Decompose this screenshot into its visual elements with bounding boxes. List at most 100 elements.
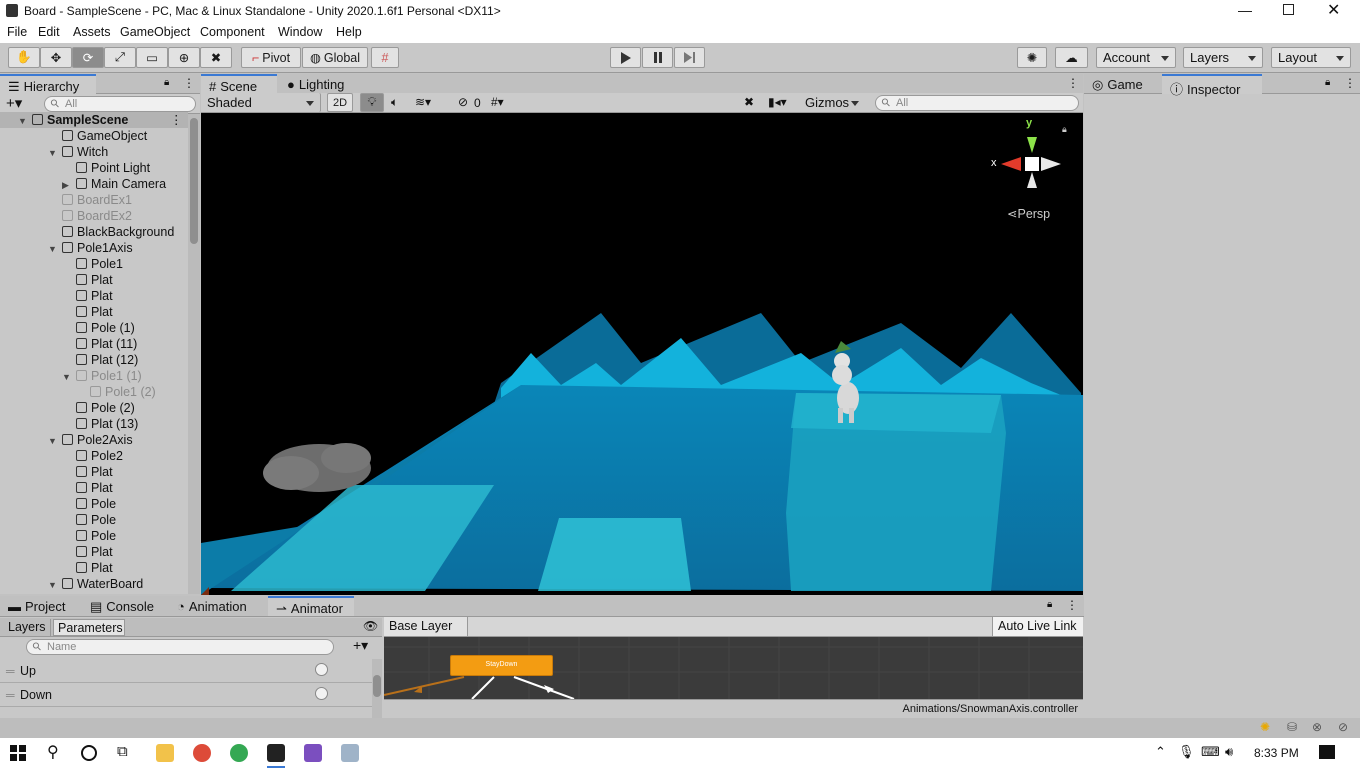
- cloud-icon[interactable]: ☁: [1055, 47, 1088, 68]
- cache-icon[interactable]: ⛁: [1287, 720, 1297, 734]
- menu-help[interactable]: Help: [336, 25, 362, 39]
- notifications-icon[interactable]: [1319, 745, 1335, 759]
- lighting-status-icon[interactable]: ✺: [1260, 720, 1270, 734]
- collab-status-icon[interactable]: ⊘: [1338, 720, 1348, 734]
- microphone-icon[interactable]: 🎙︎: [1178, 744, 1195, 760]
- hierarchy-item[interactable]: Pole: [0, 496, 188, 512]
- chevron-up-icon[interactable]: ⌃: [1155, 744, 1166, 760]
- tab-inspector[interactable]: ⓘ Inspector: [1162, 74, 1262, 97]
- hierarchy-item[interactable]: Pole (1): [0, 320, 188, 336]
- more-icon[interactable]: ⋮: [170, 112, 183, 128]
- more-icon[interactable]: ⋮: [1066, 598, 1078, 612]
- menu-component[interactable]: Component: [200, 25, 265, 39]
- hidden-objects-icon[interactable]: ⊘: [458, 95, 468, 109]
- hierarchy-item[interactable]: ▼ WaterBoard: [0, 576, 188, 592]
- hierarchy-item[interactable]: Pole: [0, 512, 188, 528]
- tools-icon[interactable]: ✖: [744, 95, 754, 109]
- tab-animator[interactable]: ⇀ Animator: [268, 596, 354, 616]
- tab-scene[interactable]: # Scene: [201, 74, 277, 94]
- expand-arrow-icon[interactable]: ▼: [48, 577, 57, 593]
- hierarchy-item[interactable]: Point Light: [0, 160, 188, 176]
- lock-icon[interactable]: 🔒︎: [1325, 77, 1330, 88]
- parameter-search-input[interactable]: Name: [26, 639, 334, 655]
- file-explorer-icon[interactable]: [156, 744, 174, 762]
- scene-search-input[interactable]: All: [875, 95, 1079, 111]
- scene-viewport[interactable]: y x 🔒︎ ⋖Persp: [201, 113, 1083, 595]
- grid-snap-icon[interactable]: #: [371, 47, 399, 68]
- hierarchy-item[interactable]: ▼ Pole1 (1): [0, 368, 188, 384]
- effects-icon[interactable]: ≋▾: [415, 95, 431, 109]
- clock-time[interactable]: 8:33 PM: [1254, 746, 1299, 760]
- hierarchy-item[interactable]: BlackBackground: [0, 224, 188, 240]
- move-tool-icon[interactable]: ✥: [40, 47, 72, 68]
- step-button[interactable]: [674, 47, 705, 68]
- menu-edit[interactable]: Edit: [38, 25, 60, 39]
- expand-arrow-icon[interactable]: ▼: [62, 369, 71, 385]
- pivot-toggle[interactable]: ⌐ Pivot: [241, 47, 301, 68]
- more-icon[interactable]: ⋮: [183, 76, 195, 90]
- collapse-arrow-icon[interactable]: ▶: [62, 177, 69, 193]
- hierarchy-item[interactable]: Plat: [0, 272, 188, 288]
- more-icon[interactable]: ⋮: [1067, 76, 1079, 90]
- hierarchy-item[interactable]: Plat: [0, 560, 188, 576]
- tab-game[interactable]: ◎ Game: [1084, 74, 1162, 94]
- menu-gameobject[interactable]: GameObject: [120, 25, 190, 39]
- hierarchy-item[interactable]: Pole1: [0, 256, 188, 272]
- rect-tool-icon[interactable]: ▭: [136, 47, 168, 68]
- unity-icon[interactable]: [267, 744, 285, 762]
- menu-file[interactable]: File: [7, 25, 27, 39]
- app-icon[interactable]: [341, 744, 359, 762]
- chrome-icon[interactable]: [230, 744, 248, 762]
- animator-graph[interactable]: StayDown: [384, 637, 1083, 699]
- scene-root-row[interactable]: ▼ SampleScene ⋮: [0, 112, 188, 128]
- visual-studio-icon[interactable]: [304, 744, 322, 762]
- hierarchy-item[interactable]: BoardEx1: [0, 192, 188, 208]
- tab-project[interactable]: ▬ Project: [0, 596, 72, 616]
- custom-tool-icon[interactable]: ✖: [200, 47, 232, 68]
- lock-icon[interactable]: 🔒︎: [1047, 599, 1052, 610]
- collab-icon[interactable]: ✺: [1017, 47, 1047, 68]
- subtab-layers[interactable]: Layers: [4, 619, 51, 636]
- hierarchy-item[interactable]: ▶ Main Camera: [0, 176, 188, 192]
- minimize-button[interactable]: —: [1238, 2, 1252, 18]
- gizmo-lock-icon[interactable]: 🔒︎: [1062, 124, 1067, 135]
- hierarchy-search-input[interactable]: All: [44, 96, 196, 112]
- close-button[interactable]: ✕: [1327, 0, 1340, 20]
- menu-window[interactable]: Window: [278, 25, 322, 39]
- hierarchy-item[interactable]: Plat: [0, 544, 188, 560]
- volume-icon[interactable]: 🔊︎: [1225, 744, 1233, 760]
- network-icon[interactable]: ⌨: [1201, 744, 1220, 760]
- drag-handle-icon[interactable]: ═: [6, 664, 15, 678]
- expand-arrow-icon[interactable]: ▼: [18, 113, 27, 129]
- trigger-toggle[interactable]: [315, 663, 328, 676]
- maximize-button[interactable]: [1283, 4, 1294, 15]
- tab-hierarchy[interactable]: ☰ Hierarchy: [0, 74, 96, 94]
- chrome-icon[interactable]: [193, 744, 211, 762]
- hierarchy-item[interactable]: Plat (12): [0, 352, 188, 368]
- layers-dropdown[interactable]: Layers: [1183, 47, 1263, 68]
- perspective-label[interactable]: ⋖Persp: [1007, 206, 1050, 221]
- hand-tool-icon[interactable]: ✋: [8, 47, 40, 68]
- trigger-toggle[interactable]: [315, 687, 328, 700]
- shading-dropdown[interactable]: Shaded: [201, 93, 321, 112]
- tab-console[interactable]: ▤ Console: [82, 596, 162, 616]
- scene-gizmo[interactable]: [1001, 123, 1071, 203]
- hierarchy-item[interactable]: ▼ Witch: [0, 144, 188, 160]
- search-icon[interactable]: ⚲: [47, 742, 59, 762]
- hierarchy-item[interactable]: Plat: [0, 304, 188, 320]
- param-row-up[interactable]: ═ Up: [0, 659, 372, 683]
- drag-handle-icon[interactable]: ═: [6, 688, 15, 702]
- hierarchy-item[interactable]: Plat (11): [0, 336, 188, 352]
- breadcrumb[interactable]: Base Layer: [384, 617, 468, 636]
- hierarchy-item[interactable]: Pole1 (2): [0, 384, 188, 400]
- menu-assets[interactable]: Assets: [73, 25, 111, 39]
- hierarchy-item[interactable]: Pole (2): [0, 400, 188, 416]
- camera-icon[interactable]: ▮◂▾: [768, 95, 787, 109]
- hierarchy-item[interactable]: Plat: [0, 480, 188, 496]
- play-button[interactable]: [610, 47, 641, 68]
- subtab-parameters[interactable]: Parameters: [53, 619, 125, 636]
- audio-icon[interactable]: 🔈︎: [391, 95, 398, 110]
- add-parameter-button[interactable]: +▾: [353, 637, 368, 654]
- hierarchy-scrollbar[interactable]: [188, 114, 200, 594]
- layout-dropdown[interactable]: Layout: [1271, 47, 1351, 68]
